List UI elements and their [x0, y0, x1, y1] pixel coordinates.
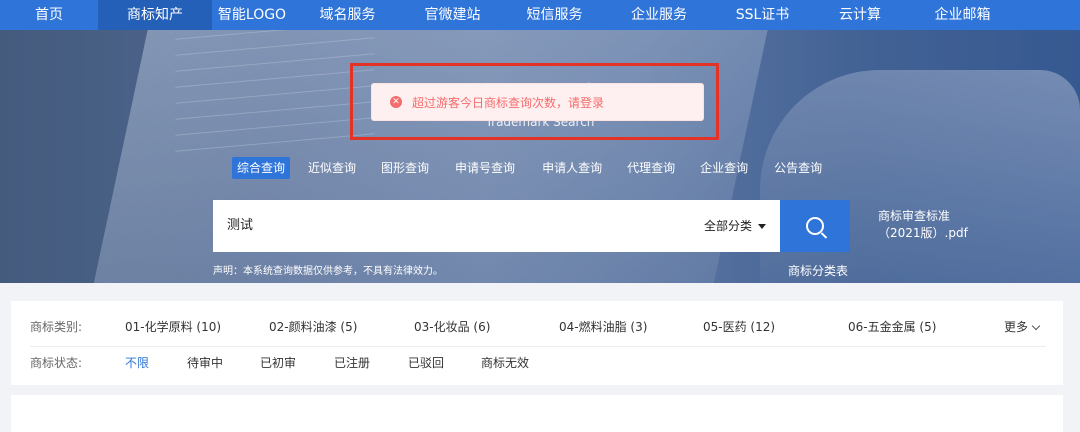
toast-message: 超过游客今日商标查询次数，请登录 — [412, 95, 605, 110]
more-label: 更多 — [1004, 319, 1029, 334]
review-standard-pdf-link[interactable]: 商标审查标准 （2021版）.pdf — [878, 208, 968, 242]
status-filter-label: 商标状态: — [30, 355, 83, 370]
nav-item-home[interactable]: 首页 — [0, 0, 98, 30]
tab-agent[interactable]: 代理查询 — [622, 157, 680, 179]
nav-item-trademark[interactable]: 商标知产 — [98, 0, 212, 30]
category-option[interactable]: 03-化妆品 (6) — [414, 318, 490, 335]
filter-panel: 商标类别: 01-化学原料 (10) 02-颜料油漆 (5) 03-化妆品 (6… — [11, 301, 1063, 385]
doc-link-line1: 商标审查标准 — [878, 209, 951, 223]
results-panel — [11, 395, 1063, 432]
tab-graphic[interactable]: 图形查询 — [376, 157, 434, 179]
search-button[interactable] — [780, 200, 850, 252]
chevron-down-icon — [1031, 321, 1041, 330]
status-option[interactable]: 已注册 — [334, 354, 370, 371]
status-option[interactable]: 商标无效 — [481, 354, 529, 371]
category-filter-label: 商标类别: — [30, 319, 83, 334]
hero-banner: 商标搜索 Trademark Search ✕ 超过游客今日商标查询次数，请登录… — [0, 30, 1080, 283]
classification-table-link[interactable]: 商标分类表 — [788, 262, 848, 279]
status-option[interactable]: 已驳回 — [408, 354, 444, 371]
search-input[interactable]: 测试 全部分类 — [213, 200, 780, 252]
error-circle-icon: ✕ — [390, 96, 402, 108]
nav-item-mail[interactable]: 企业邮箱 — [906, 0, 1019, 30]
nav-item-logo[interactable]: 智能LOGO — [212, 0, 292, 30]
tab-application-no[interactable]: 申请号查询 — [450, 157, 520, 179]
status-option[interactable]: 已初审 — [260, 354, 296, 371]
nav-item-website[interactable]: 官微建站 — [403, 0, 502, 30]
more-categories-button[interactable]: 更多 — [1004, 318, 1041, 335]
search-query-text: 测试 — [227, 218, 254, 233]
category-option[interactable]: 05-医药 (12) — [703, 318, 775, 335]
status-option[interactable]: 待审中 — [187, 354, 223, 371]
tab-applicant[interactable]: 申请人查询 — [537, 157, 607, 179]
error-toast: ✕ 超过游客今日商标查询次数，请登录 — [371, 83, 704, 121]
nav-item-domain[interactable]: 域名服务 — [292, 0, 403, 30]
status-option-all[interactable]: 不限 — [125, 354, 149, 371]
search-type-tabs: 综合查询 近似查询 图形查询 申请号查询 申请人查询 代理查询 企业查询 公告查… — [232, 157, 827, 179]
tab-similar[interactable]: 近似查询 — [303, 157, 361, 179]
tab-comprehensive[interactable]: 综合查询 — [232, 157, 291, 179]
nav-item-ssl[interactable]: SSL证书 — [711, 0, 814, 30]
top-nav: 首页 商标知产 智能LOGO 域名服务 官微建站 短信服务 企业服务 SSL证书… — [0, 0, 1080, 30]
nav-item-cloud[interactable]: 云计算 — [814, 0, 906, 30]
category-option[interactable]: 01-化学原料 (10) — [125, 318, 221, 335]
search-icon — [806, 217, 824, 235]
tab-announcement[interactable]: 公告查询 — [769, 157, 827, 179]
disclaimer-text: 声明：本系统查询数据仅供参考，不具有法律效力。 — [213, 266, 443, 277]
category-option[interactable]: 04-燃料油脂 (3) — [559, 318, 647, 335]
nav-item-enterprise[interactable]: 企业服务 — [607, 0, 711, 30]
category-select[interactable]: 全部分类 — [704, 200, 766, 252]
status-filter-row: 商标状态: 不限 待审中 已初审 已注册 已驳回 商标无效 — [11, 347, 1063, 377]
category-filter-row: 商标类别: 01-化学原料 (10) 02-颜料油漆 (5) 03-化妆品 (6… — [11, 311, 1063, 341]
category-option[interactable]: 06-五金金属 (5) — [848, 318, 936, 335]
category-option[interactable]: 02-颜料油漆 (5) — [269, 318, 357, 335]
caret-down-icon — [758, 224, 766, 229]
doc-link-line2: （2021版）.pdf — [878, 226, 968, 240]
category-select-label: 全部分类 — [703, 219, 752, 233]
nav-item-sms[interactable]: 短信服务 — [502, 0, 607, 30]
tab-company[interactable]: 企业查询 — [695, 157, 753, 179]
